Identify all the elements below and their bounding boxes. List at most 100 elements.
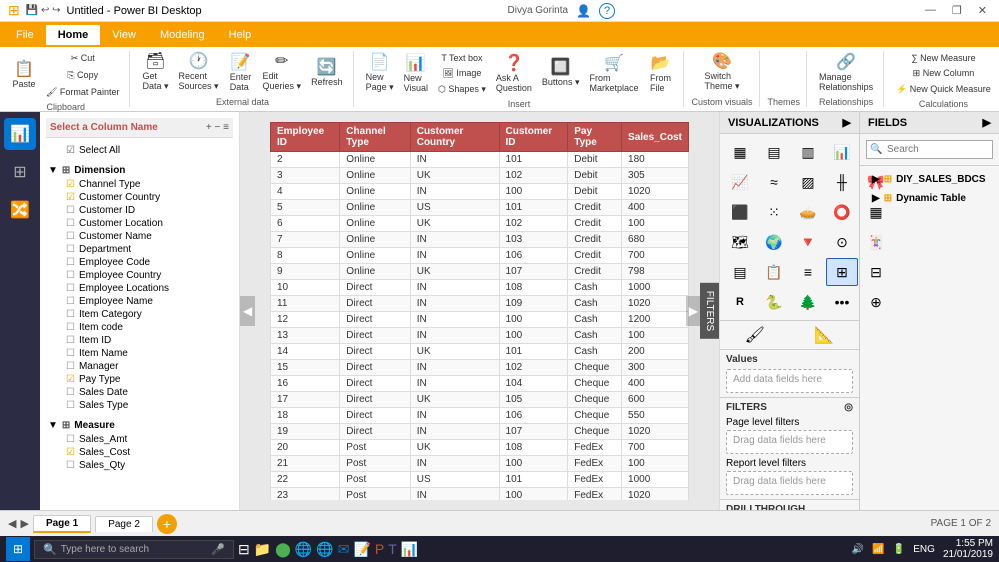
close-button[interactable]: ✕ [974,4,991,17]
powerbi-icon[interactable]: 📊 [401,541,418,558]
copy-button[interactable]: ⎘ Copy [42,68,123,83]
powerpoint-icon[interactable]: P [375,541,384,557]
edit-queries-button[interactable]: ✏EditQueries ▾ [259,52,306,94]
dimension-toggle[interactable]: ▼ [48,165,58,176]
tab-help[interactable]: Help [217,25,264,45]
file-explorer-icon[interactable]: 📁 [254,541,271,558]
viz-funnel[interactable]: 🔻 [792,228,824,256]
col-customer-country[interactable]: Customer Country [410,123,499,152]
viz-waterfall[interactable]: ⬛ [724,198,756,226]
get-data-button[interactable]: 🗃GetData ▾ [138,52,172,94]
page-level-drop-zone[interactable]: Drag data fields here [726,430,853,454]
page-1-tab[interactable]: Page 1 [33,515,91,533]
manager-item[interactable]: ☐ Manager [46,360,233,373]
dynamic-table-header[interactable]: ▶ ⊞ Dynamic Table [866,191,993,206]
shapes-button[interactable]: ⬡ Shapes ▾ [434,82,490,97]
from-file-button[interactable]: 📂FromFile [645,54,677,95]
dimension-header[interactable]: ▼ ⊞ Dimension [46,163,233,178]
tab-view[interactable]: View [100,25,148,45]
viz-clustered-bar[interactable]: ▤ [758,138,790,166]
tab-modeling[interactable]: Modeling [148,25,217,45]
window-controls[interactable]: — ❐ ✕ [921,4,991,17]
start-button[interactable]: ⊞ [6,537,30,561]
new-measure-button[interactable]: ∑ New Measure [892,51,995,65]
viz-pie[interactable]: 🥧 [792,198,824,226]
measure-toggle[interactable]: ▼ [48,420,58,431]
pay-type-item[interactable]: ☑ Pay Type [46,373,233,386]
viz-more[interactable]: ••• [826,288,858,316]
teams-icon[interactable]: T [388,541,397,557]
col-employee-id[interactable]: Employee ID [271,123,340,152]
fields-panel-toggle[interactable]: ▶ [983,116,991,129]
col-sales-cost[interactable]: Sales_Cost [622,123,689,152]
outlook-icon[interactable]: ✉ [338,541,350,558]
paste-button[interactable]: 📋 Paste [8,60,40,91]
viz-panel-toggle[interactable]: ▶ [843,116,851,129]
ask-question-button[interactable]: ❓Ask AQuestion [492,54,536,95]
item-code-item[interactable]: ☐ Item code [46,321,233,334]
format-painter-button[interactable]: 🖌 Format Painter [42,85,123,100]
minimize-button[interactable]: — [921,4,940,17]
measure-header[interactable]: ▼ ⊞ Measure [46,418,233,433]
viz-stacked-area[interactable]: ▨ [792,168,824,196]
channel-type-item[interactable]: ☑ Channel Type [46,178,233,191]
viz-stacked-bar[interactable]: ▦ [724,138,756,166]
image-button[interactable]: 🖼 Image [434,66,490,81]
employee-locations-item[interactable]: ☐ Employee Locations [46,282,233,295]
canvas-nav-right[interactable]: ▶ [686,296,701,326]
sales-type-item[interactable]: ☐ Sales Type [46,399,233,412]
viz-slicer[interactable]: ≡ [792,258,824,286]
values-drop-zone[interactable]: Add data fields here [726,369,853,393]
employee-country-item[interactable]: ☐ Employee Country [46,269,233,282]
select-all-checkbox[interactable]: ☑ [66,145,75,156]
viz-map[interactable]: 🗺 [724,228,756,256]
task-view-icon[interactable]: ⊟ [238,541,250,558]
col-channel-type[interactable]: Channel Type [340,123,410,152]
viz-stacked-col[interactable]: ▥ [792,138,824,166]
viz-scatter[interactable]: ⁙ [758,198,790,226]
new-page-button[interactable]: 📄NewPage ▾ [362,53,398,95]
manage-relationships-button[interactable]: 🔗ManageRelationships [815,53,877,94]
sales-date-item[interactable]: ☐ Sales Date [46,386,233,399]
col-pay-type[interactable]: Pay Type [568,123,622,152]
viz-multirow-card[interactable]: ▤ [724,258,756,286]
new-visual-button[interactable]: 📊NewVisual [400,54,432,95]
page-nav-left[interactable]: ◀ [8,517,16,530]
col-customer-id[interactable]: Customer ID [499,123,568,152]
edge-icon[interactable]: 🌐 [295,541,312,558]
sales-qty-item[interactable]: ☐ Sales_Qty [46,459,233,472]
onenote-icon[interactable]: 📝 [353,541,370,558]
viz-r[interactable]: R [724,288,756,316]
viz-kpi[interactable]: 📋 [758,258,790,286]
viz-clustered-col[interactable]: 📊 [826,138,858,166]
cut-button[interactable]: ✂ Cut [42,51,123,66]
customer-id-item[interactable]: ☐ Customer ID [46,204,233,217]
new-quick-measure-button[interactable]: ⚡ New Quick Measure [892,82,995,97]
report-level-drop-zone[interactable]: Drag data fields here [726,471,853,495]
model-view-icon[interactable]: 🔀 [4,194,36,226]
enter-data-button[interactable]: 📝EnterData [225,53,257,94]
page-2-tab[interactable]: Page 2 [95,516,153,532]
sales-amt-item[interactable]: ☐ Sales_Amt [46,433,233,446]
page-nav-right[interactable]: ▶ [20,517,28,530]
maximize-button[interactable]: ❐ [948,4,966,17]
viz-python[interactable]: 🐍 [758,288,790,316]
analytics-button[interactable]: 📐 [790,321,860,349]
viz-filled-map[interactable]: 🌍 [758,228,790,256]
filters-sidebar-tab[interactable]: FILTERS [700,283,719,339]
item-id-item[interactable]: ☐ Item ID [46,334,233,347]
viz-line-bar[interactable]: ╫ [826,168,858,196]
switch-theme-button[interactable]: 🎨SwitchTheme ▾ [701,52,744,94]
viz-gauge[interactable]: ⊙ [826,228,858,256]
customer-name-item[interactable]: ☐ Customer Name [46,230,233,243]
taskbar-search[interactable]: 🔍 Type here to search 🎤 [34,540,234,559]
ie-icon[interactable]: 🌐 [316,541,333,558]
employee-name-item[interactable]: ☐ Employee Name [46,295,233,308]
select-all-item[interactable]: ☑ Select All [46,144,233,157]
marketplace-button[interactable]: 🛒FromMarketplace [585,54,642,95]
fields-search-input[interactable] [866,140,993,159]
recent-sources-button[interactable]: 🕐RecentSources ▾ [174,52,222,94]
canvas-nav-left[interactable]: ◀ [240,296,255,326]
data-view-icon[interactable]: ⊞ [4,156,36,188]
help-icon[interactable]: ? [599,3,615,19]
